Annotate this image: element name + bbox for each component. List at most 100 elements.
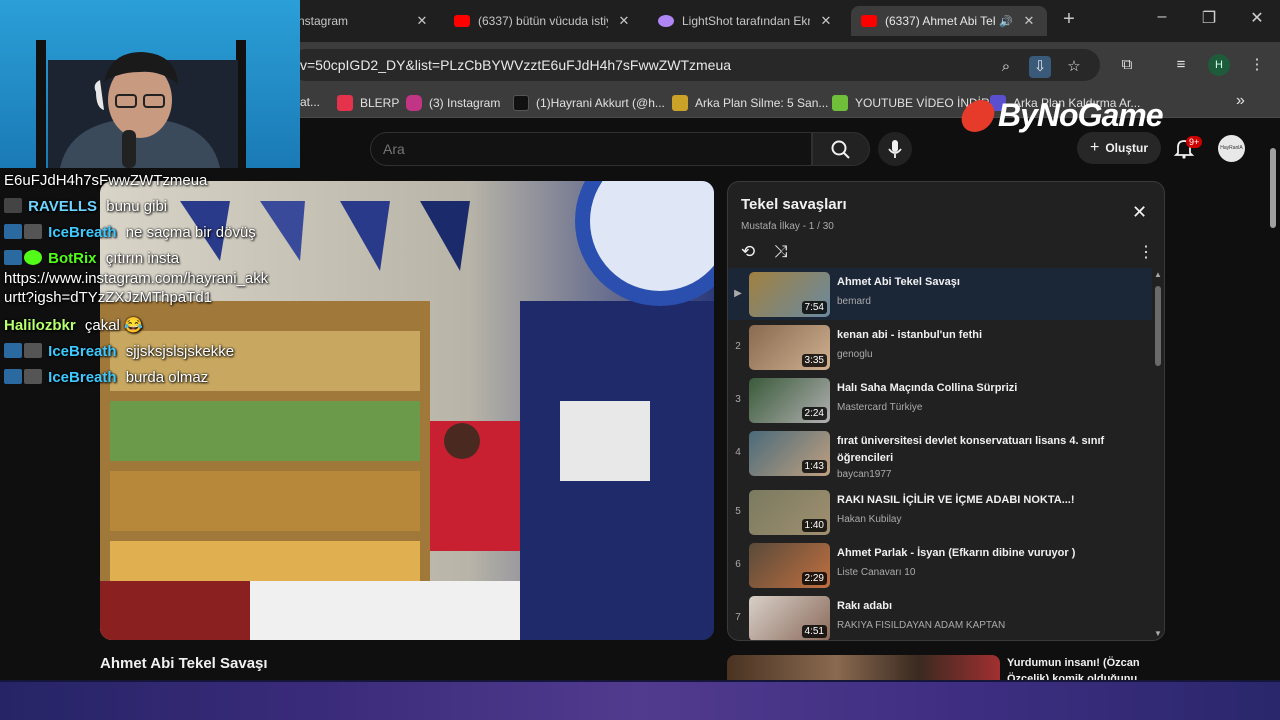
chat-message: RAVELLS bunu gibi	[4, 198, 167, 215]
browser-menu-icon[interactable]: ⋮	[1246, 54, 1268, 76]
duration-badge: 7:54	[801, 301, 827, 314]
item-title: Ahmet Parlak - İsyan (Efkarın dibine vur…	[837, 547, 1076, 559]
zoom-icon[interactable]: ⌕	[995, 56, 1017, 78]
bookmark-label: at...	[300, 95, 321, 109]
chat-text: çakal 😂	[84, 317, 143, 334]
tab-close-icon[interactable]: ✕	[414, 13, 430, 29]
page-scrollbar[interactable]	[1266, 138, 1280, 680]
instagram-icon	[406, 95, 422, 111]
playlist-item[interactable]: ▶ 7:54 Ahmet Abi Tekel Savaşı bemard	[728, 268, 1152, 320]
tab-title: (6337) Ahmet Abi Teke	[885, 14, 996, 28]
extensions-icon[interactable]: ⧉	[1116, 54, 1138, 76]
item-title: Ahmet Abi Tekel Savaşı	[837, 276, 960, 288]
tab-close-icon[interactable]: ✕	[818, 13, 834, 29]
screen: nstagram ✕ (6337) bütün vücuda istiy ✕ L…	[0, 0, 1280, 720]
bookmark-star-icon[interactable]: ☆	[1063, 56, 1085, 78]
install-app-icon[interactable]: ⇩	[1029, 56, 1051, 78]
user-badge-icon	[4, 369, 22, 384]
close-window-button[interactable]: ✕	[1242, 8, 1272, 28]
tab-title: (6337) bütün vücuda istiy	[478, 14, 608, 28]
video-thumbnail: 3:35	[749, 325, 830, 370]
playlist-title[interactable]: Tekel savaşları	[741, 196, 847, 213]
chat-message: Halilozbkr çakal 😂	[4, 316, 143, 334]
item-title: Halı Saha Maçında Collina Sürprizi	[837, 382, 1018, 394]
loop-icon[interactable]: ⟲	[741, 242, 755, 262]
video-player[interactable]	[100, 181, 714, 640]
playlist-scrollbar[interactable]: ▲ ▼	[1152, 268, 1164, 638]
chat-link-line: https://www.instagram.com/hayrani_akk	[4, 270, 269, 287]
new-tab-button[interactable]: +	[1058, 8, 1080, 31]
chat-username: IceBreath	[48, 224, 117, 241]
youtube-favicon-icon	[454, 15, 470, 27]
layers-icon	[672, 95, 688, 111]
webcam-overlay	[0, 0, 300, 168]
item-channel: genoglu	[837, 349, 873, 360]
video-thumbnail: 1:40	[749, 490, 830, 535]
scroll-up-icon[interactable]: ▲	[1154, 270, 1162, 279]
playlist-items: ▶ 7:54 Ahmet Abi Tekel Savaşı bemard 2 3…	[728, 268, 1152, 640]
maximize-button[interactable]: ❐	[1194, 8, 1224, 28]
search-box[interactable]	[370, 132, 812, 166]
shuffle-icon[interactable]: ⤨	[774, 242, 788, 262]
tab-close-icon[interactable]: ✕	[616, 13, 632, 29]
chat-username: RAVELLS	[28, 198, 98, 215]
more-options-icon[interactable]: ⋮	[1138, 242, 1154, 262]
chat-message: BotRix çıtırın insta	[4, 250, 179, 267]
voice-search-button[interactable]	[878, 132, 912, 166]
media-controls-icon[interactable]: ≡	[1170, 54, 1192, 76]
tab-youtube-1[interactable]: (6337) bütün vücuda istiy ✕	[444, 6, 642, 36]
bookmark-label: (3) Instagram	[429, 96, 501, 110]
user-badge-icon	[24, 369, 42, 384]
blerp-icon	[337, 95, 353, 111]
webcam-feed	[36, 40, 246, 168]
notification-badge: 9+	[1186, 136, 1203, 148]
address-bar[interactable]: v=50cpIGD2_DY&list=PLzCbBYWVzztE6uFJdH4h…	[290, 49, 1100, 81]
playlist-scrollbar-thumb[interactable]	[1155, 286, 1161, 366]
item-index: 7	[735, 612, 741, 623]
bookmark-label: BLERP	[360, 96, 400, 110]
user-avatar[interactable]: HayRanlA	[1218, 135, 1245, 162]
tab-close-icon[interactable]: ✕	[1021, 13, 1037, 29]
chat-message: IceBreath ne saçma bir dövüş	[4, 224, 256, 241]
chat-text: burda olmaz	[125, 369, 209, 386]
scroll-down-icon[interactable]: ▼	[1154, 629, 1162, 638]
item-index: 4	[735, 447, 741, 458]
speaker-icon: 🔊	[999, 15, 1013, 28]
playlist-item[interactable]: 5 1:40 RAKI NASIL İÇİLİR VE İÇME ADABI N…	[728, 486, 1152, 538]
bookmark-label: (1)Hayrani Akkurt (@h...	[536, 96, 665, 110]
playlist-close-icon[interactable]: ✕	[1132, 202, 1147, 223]
playlist-panel: Tekel savaşları Mustafa İlkay - 1 / 30 ✕…	[727, 181, 1165, 641]
tab-youtube-active[interactable]: (6337) Ahmet Abi Teke 🔊 ✕	[851, 6, 1047, 36]
item-index: 6	[735, 559, 741, 570]
bookmark-item[interactable]: Arka Plan Silme: 5 San...	[672, 95, 828, 111]
create-button[interactable]: + Oluştur	[1077, 132, 1161, 164]
bookmark-item[interactable]: at...	[300, 95, 320, 109]
playlist-item[interactable]: 2 3:35 kenan abi - istanbul'un fethi gen…	[728, 321, 1152, 373]
item-index: 2	[735, 341, 741, 352]
bookmark-item[interactable]: (1)Hayrani Akkurt (@h...	[513, 95, 665, 111]
search-button[interactable]	[812, 132, 870, 166]
playlist-subtitle: Mustafa İlkay - 1 / 30	[741, 221, 834, 232]
item-title: fırat üniversitesi devlet konservatuarı …	[837, 435, 1105, 464]
video-thumbnail: 2:24	[749, 378, 830, 423]
video-frame-shop	[100, 181, 714, 640]
more-bookmarks-button[interactable]: »	[1236, 92, 1245, 110]
playlist-item[interactable]: 4 1:43 fırat üniversitesi devlet konserv…	[728, 427, 1152, 485]
chat-text: bunu gibi	[106, 198, 168, 215]
tab-instagram[interactable]: nstagram ✕	[288, 6, 440, 36]
video-title: Ahmet Abi Tekel Savaşı	[100, 655, 268, 672]
chat-username: BotRix	[48, 250, 97, 267]
bookmark-item[interactable]: BLERP	[337, 95, 399, 111]
profile-avatar[interactable]: H	[1208, 54, 1230, 76]
playlist-item[interactable]: 3 2:24 Halı Saha Maçında Collina Sürpriz…	[728, 374, 1152, 426]
bookmark-item[interactable]: (3) Instagram	[406, 95, 500, 111]
scrollbar-thumb[interactable]	[1270, 148, 1276, 228]
playlist-item[interactable]: 7 4:51 Rakı adabı RAKIYA FISILDAYAN ADAM…	[728, 592, 1152, 640]
playlist-item[interactable]: 6 2:29 Ahmet Parlak - İsyan (Efkarın dib…	[728, 539, 1152, 591]
tab-lightshot[interactable]: LightShot tarafından Ekra ✕	[648, 6, 844, 36]
search-input[interactable]	[383, 141, 783, 157]
tab-title: LightShot tarafından Ekra	[682, 14, 810, 28]
minimize-button[interactable]: –	[1147, 8, 1177, 26]
item-title: Rakı adabı	[837, 600, 893, 612]
user-badge-icon	[24, 224, 42, 239]
